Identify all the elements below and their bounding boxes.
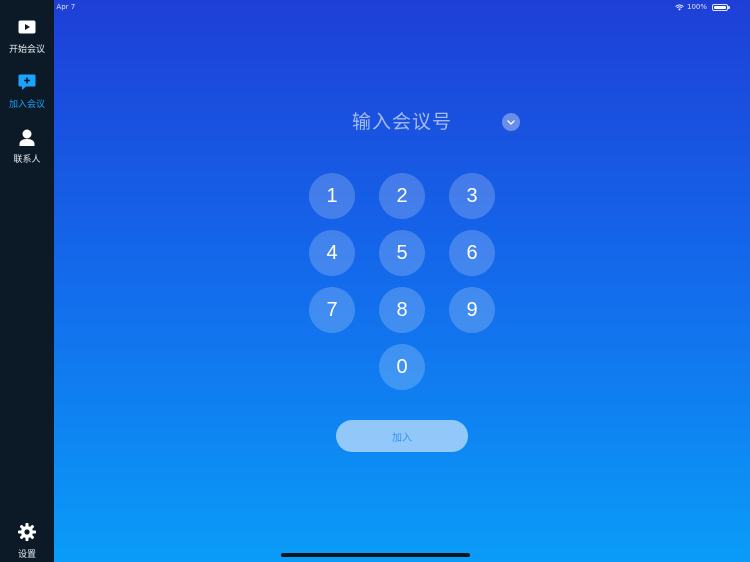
sidebar: 开始会议 加入会议 联系人 设置 <box>0 0 54 562</box>
chat-add-icon <box>17 72 37 92</box>
keypad-key-7[interactable]: 7 <box>309 287 355 333</box>
keypad-key-9[interactable]: 9 <box>449 287 495 333</box>
keypad-key-1[interactable]: 1 <box>309 173 355 219</box>
wifi-icon <box>675 4 684 10</box>
sidebar-item-label: 开始会议 <box>8 45 45 55</box>
sidebar-item-start-meeting[interactable]: 开始会议 <box>0 17 54 63</box>
status-bar: 2:31 PM Mon Apr 7 100% <box>0 0 750 14</box>
keypad-key-5[interactable]: 5 <box>379 230 425 276</box>
sidebar-item-join-meeting[interactable]: 加入会议 <box>0 72 54 118</box>
sidebar-item-contacts[interactable]: 联系人 <box>0 127 54 173</box>
keypad-key-4[interactable]: 4 <box>309 230 355 276</box>
keypad-key-3[interactable]: 3 <box>449 173 495 219</box>
page-title: 输入会议号 <box>352 111 453 133</box>
meeting-number-field[interactable]: 输入会议号 <box>352 108 452 136</box>
keypad-key-0[interactable]: 0 <box>379 344 425 390</box>
battery-icon <box>712 3 730 11</box>
battery-percent: 100% <box>686 3 707 11</box>
history-dropdown-button[interactable] <box>502 113 520 131</box>
home-indicator[interactable] <box>281 553 470 557</box>
join-button[interactable]: 加入 <box>336 420 468 452</box>
status-right: 100% <box>675 0 730 14</box>
sidebar-item-label: 设置 <box>17 550 36 560</box>
keypad-key-6[interactable]: 6 <box>449 230 495 276</box>
person-icon <box>17 127 37 147</box>
sidebar-item-settings[interactable]: 设置 <box>0 522 54 562</box>
keypad-key-2[interactable]: 2 <box>379 173 425 219</box>
gear-icon <box>17 522 37 542</box>
video-play-icon <box>17 17 37 37</box>
sidebar-item-label: 加入会议 <box>8 100 45 110</box>
keypad-key-8[interactable]: 8 <box>379 287 425 333</box>
sidebar-item-label: 联系人 <box>13 155 41 165</box>
chevron-down-icon <box>507 119 515 125</box>
